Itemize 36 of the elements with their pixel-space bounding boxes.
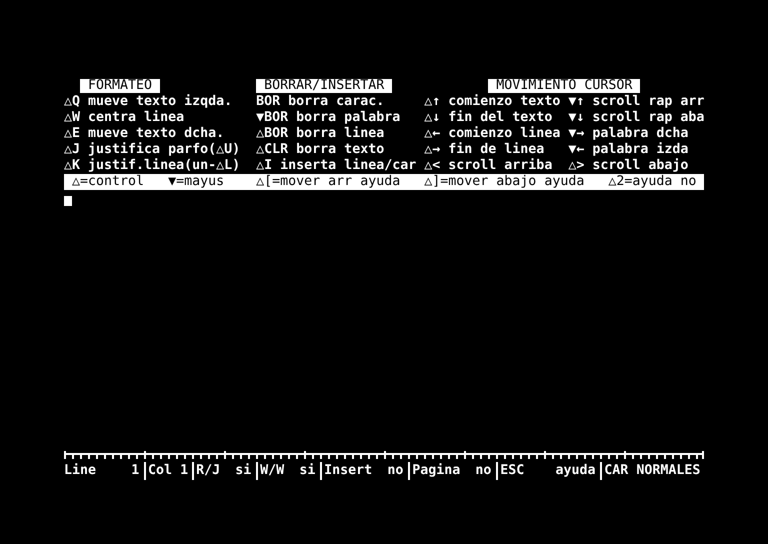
shortcut-entry: △> scroll abajo xyxy=(568,158,690,174)
status-field: ESC ayuda xyxy=(496,462,600,480)
shortcut-entry: △→ fin de linea xyxy=(424,142,546,158)
shortcut-entry: △E mueve texto dcha. xyxy=(64,126,226,142)
key-legend: △[=mover arr ayuda xyxy=(256,174,400,190)
text-cursor xyxy=(64,196,72,206)
shortcut-entry: △W centra linea xyxy=(64,110,184,126)
status-field: W/W si xyxy=(256,462,320,480)
status-field: Insert no xyxy=(320,462,408,480)
section-heading: FORMATEO xyxy=(80,79,160,93)
shortcut-entry: ▼BOR borra palabra xyxy=(256,110,402,126)
shortcut-entry: △I inserta linea/car xyxy=(256,158,418,174)
shortcut-entry: △BOR borra linea xyxy=(256,126,386,142)
shortcut-entry: △↑ comienzo texto xyxy=(424,94,562,110)
shortcut-entry: ▼↑ scroll rap arr xyxy=(568,94,704,110)
section-heading: MOVIMIENTO CURSOR xyxy=(488,79,640,93)
shortcut-entry: △Q mueve texto izqda. xyxy=(64,94,234,110)
status-field: Pagina no xyxy=(408,462,496,480)
status-field: Line 1 xyxy=(64,462,144,480)
shortcut-entry: △CLR borra texto xyxy=(256,142,386,158)
shortcut-entry: ▼← palabra izda xyxy=(568,142,690,158)
key-legend: ▼=mayus xyxy=(168,174,224,190)
status-field: R/J si xyxy=(192,462,256,480)
shortcut-entry: ▼↓ scroll rap aba xyxy=(568,110,704,126)
shortcut-entry: △< scroll arriba xyxy=(424,158,554,174)
shortcut-entry: BOR borra carac. xyxy=(256,94,386,110)
shortcut-entry: △↓ fin del texto xyxy=(424,110,554,126)
key-legend: △]=mover abajo ayuda xyxy=(424,174,584,190)
key-legend: △2=ayuda no xyxy=(608,174,696,190)
shortcut-entry: △J justifica parfo(△U) xyxy=(64,142,242,158)
status-field: Col 1 xyxy=(144,462,192,480)
section-heading: BORRAR/INSERTAR xyxy=(256,79,392,93)
shortcut-entry: △K justif.linea(un-△L) xyxy=(64,158,242,174)
shortcut-entry: △← comienzo linea xyxy=(424,126,562,142)
shortcut-entry: ▼→ palabra dcha xyxy=(568,126,690,142)
key-legend: △=control xyxy=(72,174,144,190)
